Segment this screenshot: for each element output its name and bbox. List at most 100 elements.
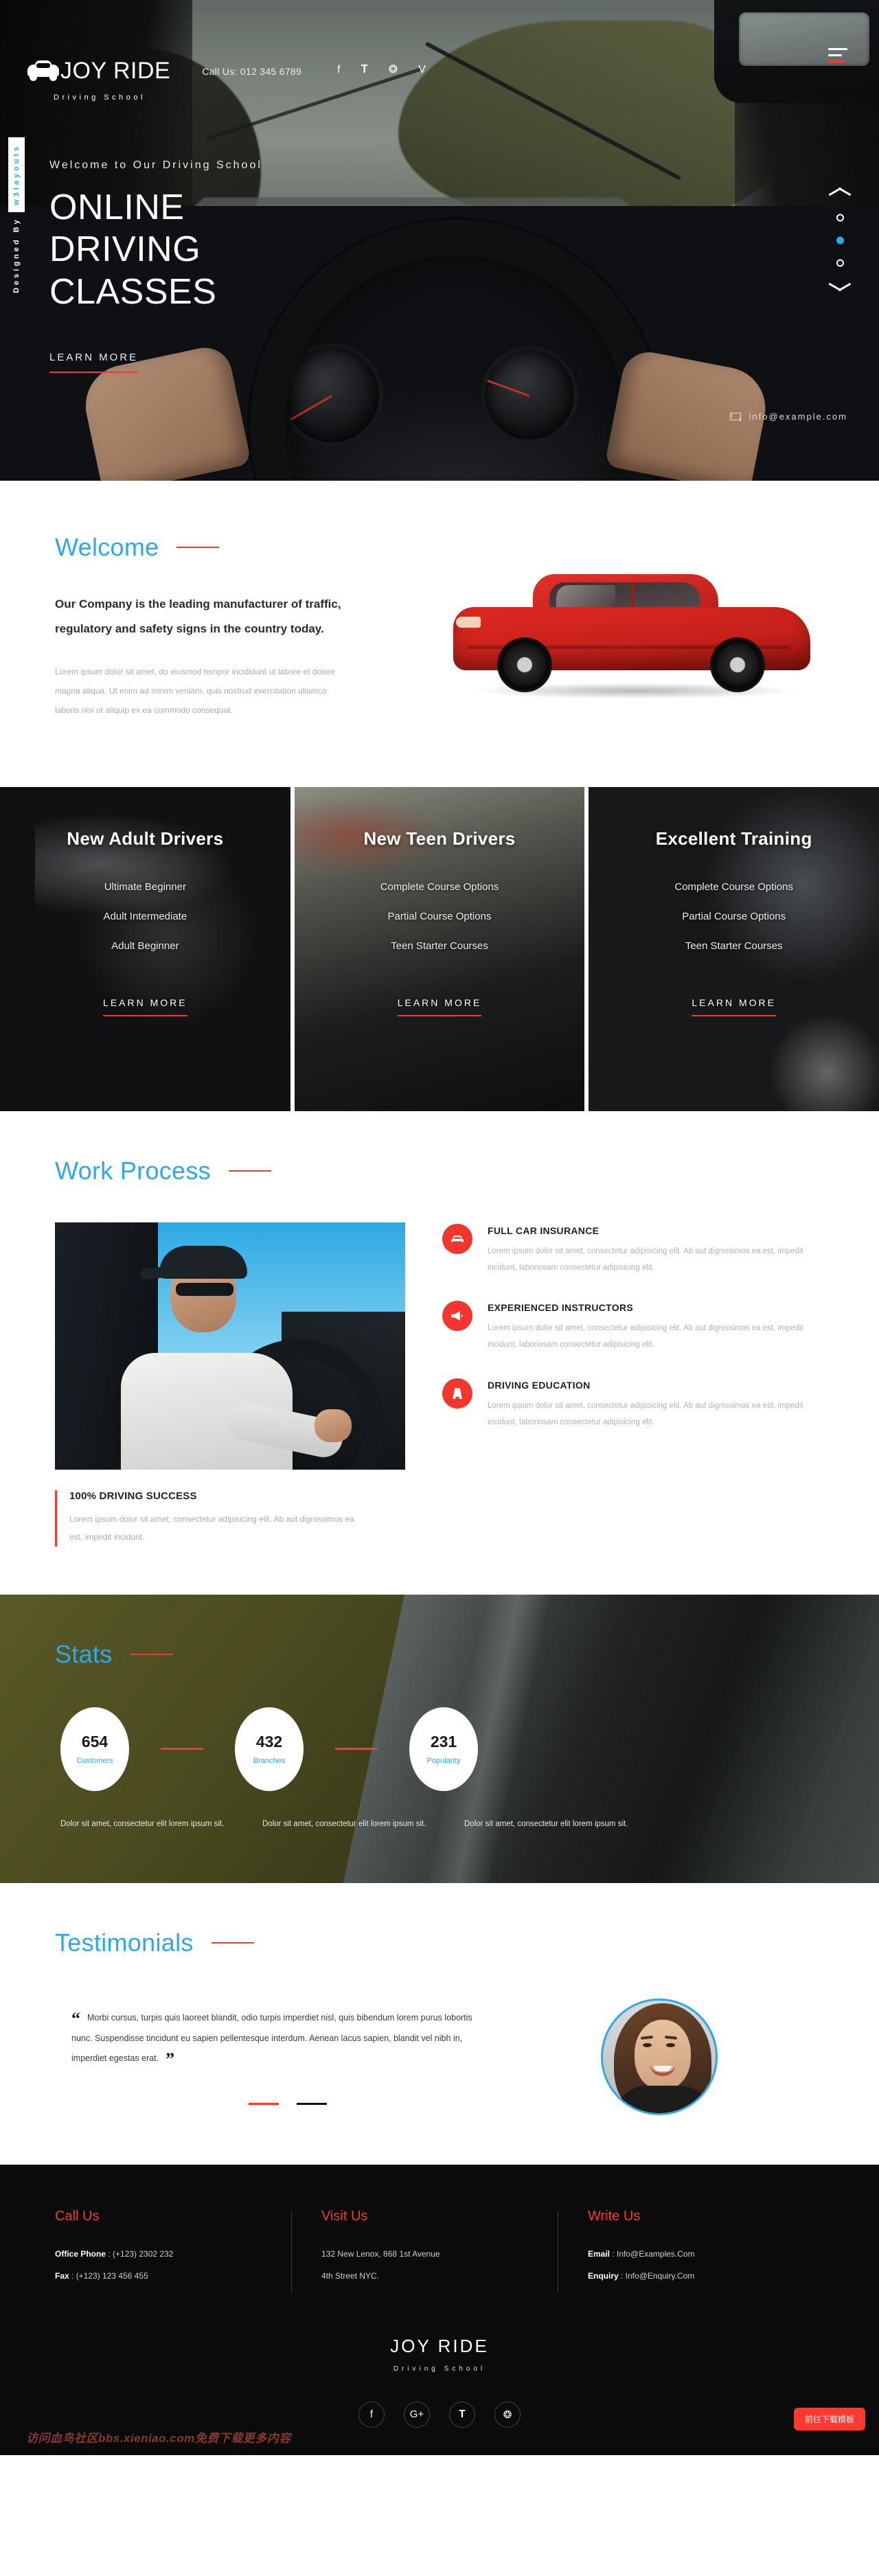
stat-counter-popularity: 231 Popularity <box>409 1707 478 1791</box>
testimonial-avatar-column <box>494 1998 824 2115</box>
designed-by-tag: Designed By w3layouts <box>8 137 25 293</box>
brand-logo[interactable]: JOY RIDE Driving School <box>27 59 170 102</box>
designer-brand-label[interactable]: w3layouts <box>8 137 25 213</box>
title-rule <box>228 1170 271 1172</box>
testimonials-section: Testimonials “Morbi cursus, turpis quis … <box>0 1883 879 2165</box>
work-process-title-text: Work Process <box>55 1156 211 1185</box>
footer-brand-subtitle: Driving School <box>393 2364 486 2373</box>
stat-description: Dolor sit amet, consectetur elit lorem i… <box>464 1819 628 1828</box>
course-learn-more-button[interactable]: LEARN MORE <box>692 997 776 1016</box>
hero-email[interactable]: info@example.com <box>729 411 847 422</box>
stats-counters: 654 Customers 432 Branches 231 Popularit… <box>55 1707 824 1791</box>
course-card-adult[interactable]: New Adult Drivers Ultimate Beginner Adul… <box>0 787 290 1111</box>
hero-copy: Welcome to Our Driving School ONLINE DRI… <box>49 159 338 374</box>
footer-line-value: : Info@Enquiry.Com <box>618 2270 695 2281</box>
footer-line: Email : Info@Examples.Com <box>588 2249 801 2259</box>
twitter-icon[interactable]: 𝐓 <box>361 65 367 76</box>
dribbble-icon[interactable]: ❂ <box>494 2401 521 2428</box>
site-watermark: 访问血鸟社区bbs.xieniao.com免费下载更多内容 <box>26 2431 291 2445</box>
course-card-list: Ultimate Beginner Adult Intermediate Adu… <box>0 881 290 952</box>
stats-section: Stats 654 Customers 432 Branches 231 Pop… <box>0 1594 879 1883</box>
footer-line-value: : (+123) 2302 232 <box>106 2248 174 2259</box>
hero-title: ONLINE DRIVING CLASSES <box>49 187 217 312</box>
brand-subtitle: Driving School <box>54 93 146 102</box>
footer-column-heading: Write Us <box>588 2208 641 2224</box>
footer-column-call-us: Call Us Office Phone : (+123) 2302 232 F… <box>55 2209 291 2293</box>
slider-prev-icon[interactable] <box>828 187 852 199</box>
google-plus-icon[interactable]: G+ <box>404 2401 430 2428</box>
twitter-icon[interactable]: 𝐓 <box>449 2401 475 2428</box>
course-card-training[interactable]: Excellent Training Complete Course Optio… <box>584 787 879 1111</box>
stat-divider <box>335 1748 378 1751</box>
footer-column-heading: Visit Us <box>321 2208 368 2224</box>
testimonial-quote-block: “Morbi cursus, turpis quis laoreet bland… <box>71 2008 494 2068</box>
footer-line: Enquiry : Info@Enquiry.Com <box>588 2271 801 2281</box>
stat-counter-customers: 654 Customers <box>60 1707 129 1791</box>
testimonial-content: “Morbi cursus, turpis quis laoreet bland… <box>55 2008 494 2106</box>
testimonials-title-text: Testimonials <box>55 1928 194 1957</box>
course-list-item: Complete Course Options <box>674 881 793 893</box>
page-root: JOY RIDE Driving School Call Us: 012 345… <box>0 0 879 2455</box>
hamburger-menu-icon[interactable] <box>828 48 847 67</box>
course-list-item: Adult Beginner <box>111 940 179 952</box>
feature-full-car-insurance: FULL CAR INSURANCE Lorem ipsum dolor sit… <box>442 1224 824 1276</box>
designed-by-label: Designed By <box>12 217 21 293</box>
road-icon <box>442 1378 472 1409</box>
feature-driving-education: DRIVING EDUCATION Lorem ipsum dolor sit … <box>442 1378 824 1431</box>
course-card-title: Excellent Training <box>655 828 812 849</box>
facebook-icon[interactable]: f <box>358 2401 385 2428</box>
feature-text: Lorem ipsum dolor sit amet, consectetur … <box>488 1324 803 1349</box>
footer-line-value: : Info@Examples.Com <box>610 2248 695 2259</box>
course-card-list: Complete Course Options Partial Course O… <box>589 881 879 952</box>
avatar <box>601 1998 718 2115</box>
work-features-column: FULL CAR INSURANCE Lorem ipsum dolor sit… <box>442 1222 824 1547</box>
slider-dot-1[interactable] <box>836 214 844 222</box>
course-card-title: New Adult Drivers <box>67 828 224 849</box>
slider-dots <box>836 214 844 267</box>
testimonial-nav-2[interactable] <box>297 2103 327 2106</box>
welcome-title: Welcome <box>55 533 385 562</box>
footer-column-write-us: Write Us Email : Info@Examples.Com Enqui… <box>558 2209 824 2293</box>
stat-divider <box>161 1748 203 1751</box>
slider-dot-2[interactable] <box>836 236 844 244</box>
feature-text: Lorem ipsum dolor sit amet, consectetur … <box>488 1401 803 1426</box>
hero-slider-nav <box>828 187 852 295</box>
work-process-title: Work Process <box>55 1156 824 1185</box>
dribbble-icon[interactable]: ❂ <box>389 65 398 76</box>
feature-text: Lorem ipsum dolor sit amet, consectetur … <box>488 1247 803 1273</box>
stat-label: Popularity <box>426 1757 461 1766</box>
course-card-teen[interactable]: New Teen Drivers Complete Course Options… <box>290 787 585 1111</box>
testimonial-nav <box>71 2103 494 2106</box>
hero-learn-more-button[interactable]: LEARN MORE <box>49 352 139 374</box>
course-list-item: Complete Course Options <box>380 881 499 893</box>
footer-line: 132 New Lenox, 868 1st Avenue <box>321 2249 534 2259</box>
stats-descriptions: Dolor sit amet, consectetur elit lorem i… <box>55 1816 824 1833</box>
course-learn-more-button[interactable]: LEARN MORE <box>103 997 187 1016</box>
course-learn-more-button[interactable]: LEARN MORE <box>397 997 482 1016</box>
testimonial-nav-1[interactable] <box>249 2103 279 2106</box>
slider-dot-3[interactable] <box>836 259 844 267</box>
stat-value: 432 <box>255 1733 283 1751</box>
stat-value: 231 <box>430 1733 457 1751</box>
quote-close-icon: ” <box>165 2049 175 2069</box>
footer-brand[interactable]: JOY RIDE Driving School <box>55 2336 824 2373</box>
megaphone-icon <box>442 1301 472 1332</box>
download-template-button[interactable]: 前往下载模板 <box>793 2407 865 2430</box>
stat-value: 654 <box>81 1733 109 1751</box>
slider-next-icon[interactable] <box>828 282 852 295</box>
red-car-illustration <box>453 565 810 699</box>
vimeo-icon[interactable]: V <box>418 65 426 76</box>
feature-heading: FULL CAR INSURANCE <box>488 1225 600 1236</box>
mail-icon <box>729 413 741 420</box>
welcome-heading: Our Company is the leading manufacturer … <box>55 597 341 635</box>
footer-line: 4th Street NYC. <box>321 2271 534 2281</box>
course-list-item: Ultimate Beginner <box>104 881 186 893</box>
course-card-title: New Teen Drivers <box>363 828 516 849</box>
facebook-icon[interactable]: f <box>337 65 340 76</box>
footer-line: Office Phone : (+123) 2302 232 <box>55 2249 268 2259</box>
footer-line: Fax : (+123) 123 456 455 <box>55 2271 268 2281</box>
driving-success-text: Lorem ipsum dolor sit amet, consectetur … <box>69 1514 354 1542</box>
course-list-item: Teen Starter Courses <box>685 940 783 952</box>
stats-title-text: Stats <box>55 1639 113 1668</box>
welcome-title-text: Welcome <box>55 533 159 561</box>
